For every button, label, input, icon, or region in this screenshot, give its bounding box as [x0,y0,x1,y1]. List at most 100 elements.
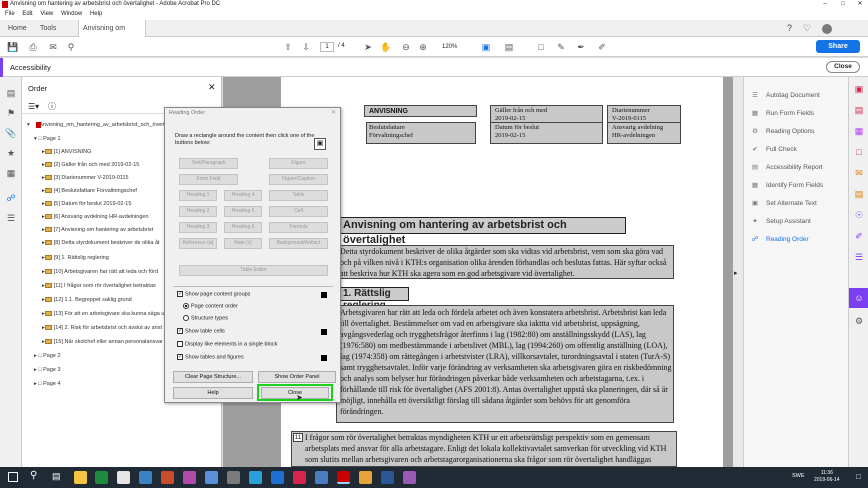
page-down-icon[interactable]: ⇩ [300,41,312,53]
page-up-icon[interactable]: ⇧ [282,41,294,53]
close-tool-button[interactable]: Close [826,61,860,73]
powerpoint-icon[interactable] [161,471,174,484]
order-icon[interactable]: ☍ [5,192,17,204]
edit-pdf-icon[interactable]: ▦ [853,125,865,137]
tree-page-3[interactable]: ▸ □ Page 3 [34,367,61,373]
dialog-close-button[interactable]: Close [261,387,329,399]
show-tables-figures-checkbox[interactable]: ✓ Show tables and figures [177,354,244,360]
mail-icon[interactable]: ✉ [47,41,59,53]
tab-home[interactable]: Home [8,20,27,37]
app-icon[interactable] [381,471,394,484]
notification-icon[interactable]: □ [856,472,861,481]
cell-6[interactable]: Ansvarig avdelning HR-avdelningen [607,122,681,144]
comment-tool-icon[interactable]: ✉ [853,167,865,179]
tree-page-2[interactable]: ▸ □ Page 2 [34,353,61,359]
tab-tools[interactable]: Tools [40,20,56,37]
tree-root[interactable]: ▾ Anvisning_om_hantering_av_arbetsbrist_… [27,122,169,128]
protect-icon[interactable]: ☉ [853,209,865,221]
tree-page-4[interactable]: ▸ □ Page 4 [34,381,61,387]
color-swatch[interactable] [321,292,327,298]
page-content-order-radio[interactable]: Page content order [183,303,238,309]
word-icon[interactable] [139,471,152,484]
fill-sign-icon[interactable]: ✐ [853,230,865,242]
cell-5[interactable]: Datum för beslut 2019-02-15 [490,122,603,144]
menu-help[interactable]: Help [90,11,102,17]
sign-icon[interactable]: ✐ [596,41,608,53]
fit-page-icon[interactable]: ▣ [480,41,492,53]
run-form-fields-tool[interactable]: ▦ Run Form Fields [750,109,814,117]
paragraph-8[interactable]: Detta styrdokument beskriver de olika åt… [336,245,674,279]
content-icon[interactable]: ▦ [5,167,17,179]
info-icon[interactable]: ⓘ [48,101,56,112]
zoom-in-icon[interactable]: ⊕ [417,41,429,53]
zoom-out-icon[interactable]: ⊖ [400,41,412,53]
figure-button[interactable]: Figure [269,158,328,169]
menu-file[interactable]: File [5,11,15,17]
identify-form-fields-tool[interactable]: ▦ Identify Form Fields [750,181,823,189]
heading-6-button[interactable]: Heading 6 [224,222,262,233]
more-tools-icon[interactable]: ⚙ [853,315,865,327]
highlight-icon[interactable]: ✎ [555,41,567,53]
tree-item[interactable]: ▸ [5] Datum för beslut 2019-02-15 [42,201,131,207]
avatar[interactable] [822,24,832,34]
table-editor-button[interactable]: Table Editor [179,265,328,276]
tree-item[interactable]: ▸ [9] 1. Rättslig reglering [42,255,109,261]
tree-item[interactable]: ▸ [2] Gäller från och med 2019-02-15 [42,162,139,168]
chrome-icon[interactable] [117,471,130,484]
full-check-tool[interactable]: ✔ Full Check [750,145,796,153]
accessibility-rail-icon[interactable]: ☺ [849,288,868,308]
dialog-close-icon[interactable]: ✕ [331,109,336,116]
figure-caption-button[interactable]: Figure/Caption [269,174,328,185]
app-icon[interactable] [315,471,328,484]
share-button[interactable]: Share [816,40,860,53]
outlook-icon[interactable] [205,471,218,484]
menu-edit[interactable]: Edit [22,11,32,17]
display-like-elements-checkbox[interactable]: Display like elements in a single block [177,341,277,347]
tree-item[interactable]: ▸ [7] Anvisning om hantering av arbetsbri… [42,227,153,233]
bell-icon[interactable]: ♡ [803,20,811,37]
color-swatch[interactable] [321,355,327,361]
hand-icon[interactable]: ✋ [380,41,392,53]
file-explorer-icon[interactable] [74,471,87,484]
table-button[interactable]: Table [269,190,328,201]
heading-1-button[interactable]: Heading 1 [179,190,217,201]
combine-icon[interactable]: ▤ [853,104,865,116]
menu-view[interactable]: View [40,11,53,17]
tab-document[interactable]: Anvisning om hante...✕ [78,20,146,49]
options-icon[interactable]: ☰▾ [28,102,39,111]
tree-item[interactable]: ▸ [3] Diarienummer V-2019-0115 [42,175,129,181]
tree-item[interactable]: ▸ [4] Beslutsfattare Förvaltningschef [42,188,137,194]
tree-page-1[interactable]: ▾ □ Page 1 [34,136,61,142]
app-icon[interactable] [293,471,306,484]
maximize-icon[interactable]: □ [834,0,852,9]
comment-icon[interactable]: □ [535,41,547,53]
show-order-panel-button[interactable]: Show Order Panel [258,371,336,383]
page-number-input[interactable]: 1 [320,42,334,52]
show-page-groups-checkbox[interactable]: ✓ Show page content groups [177,291,250,297]
reference-button[interactable]: Reference (a) [179,238,217,249]
acrobat-taskbar-icon[interactable] [337,471,350,484]
tree-item[interactable]: ▸ [11] I frågor som rör övertalighet betr… [42,283,156,289]
draw-rectangle-icon[interactable]: ▣ [314,138,326,150]
tree-item[interactable]: ▸ [6] Ansvarig avdelning HR-avdelningen [42,214,149,220]
tree-item[interactable]: ▸ [15] När skolchef eller annan personala… [42,339,163,345]
zoom-select[interactable]: 120% [442,42,468,52]
clear-page-structure-button[interactable]: Clear Page Structure... [173,371,253,383]
attachments-icon[interactable]: 📎 [5,127,17,139]
start-icon[interactable] [8,472,18,482]
heading-4-button[interactable]: Heading 4 [224,190,262,201]
tree-item[interactable]: ▸ [14] 2. Risk för arbetsbrist och avslut… [42,325,162,331]
layers-icon[interactable]: ☰ [5,212,17,224]
organize-icon[interactable]: ▤ [853,188,865,200]
photoshop-icon[interactable] [271,471,284,484]
app-icon[interactable] [403,471,416,484]
menu-window[interactable]: Window [61,11,82,17]
cell-1[interactable]: ANVISNING [364,105,477,117]
close-panel-icon[interactable]: ✕ [208,82,216,93]
tree-item[interactable]: ▸ [13] För att en arbetsgivare ska kunna … [42,311,164,317]
accessibility-report-tool[interactable]: ▤ Accessibility Report [750,163,823,171]
form-field-button[interactable]: Form Field [179,174,238,185]
color-swatch[interactable] [321,329,327,335]
help-button[interactable]: Help [173,387,253,399]
search-taskbar-icon[interactable]: ⚲ [30,470,37,481]
